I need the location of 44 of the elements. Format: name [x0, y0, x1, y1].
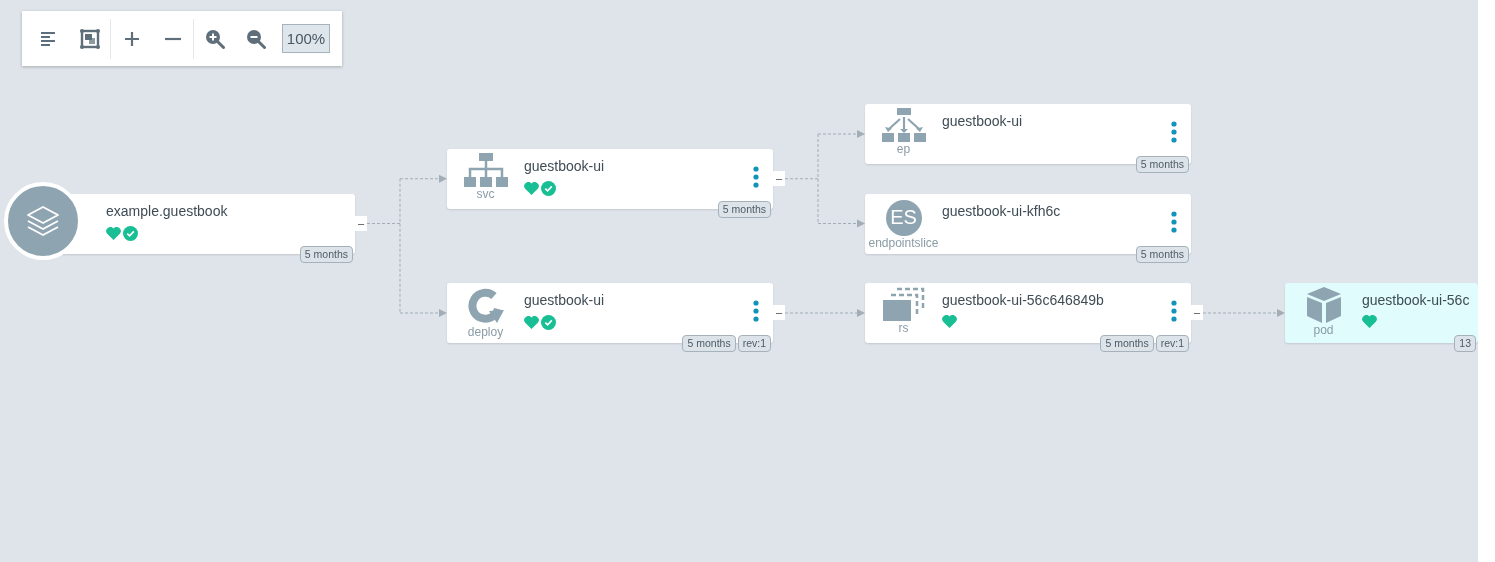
more-vertical-icon — [1171, 300, 1177, 322]
resource-type-label: pod — [1313, 323, 1334, 337]
align-left-icon — [39, 30, 58, 47]
resource-name: guestbook-ui-kfh6c — [942, 202, 1061, 219]
more-vertical-icon — [753, 300, 759, 322]
resource-name: example.guestbook — [106, 202, 228, 219]
connector-arrow — [399, 309, 447, 317]
zoom-level-field[interactable]: 100% — [282, 24, 330, 53]
collapse-button[interactable]: – — [1191, 305, 1203, 320]
resource-type-label: endpointslice — [868, 235, 939, 250]
sitemap-icon — [463, 152, 508, 187]
fit-screen-icon — [79, 28, 100, 49]
info-badge: 13 — [1454, 335, 1476, 352]
collapse-button[interactable]: – — [773, 305, 785, 320]
cube-icon — [1306, 287, 1341, 323]
resource-name: guestbook-ui — [524, 292, 605, 308]
info-badge: rev:1 — [737, 335, 771, 352]
stacked-rectangles-icon — [882, 287, 925, 321]
circular-arrow-icon — [466, 287, 505, 325]
info-badge: 5 months — [1135, 156, 1189, 173]
info-badge: rev:1 — [1155, 335, 1189, 352]
resource-name: guestbook-ui-56c646849b — [942, 292, 1104, 308]
more-vertical-icon — [1171, 121, 1177, 143]
resource-type-label: rs — [898, 321, 909, 335]
collapse-button[interactable]: – — [355, 215, 367, 231]
info-badge: 5 months — [1100, 335, 1154, 352]
info-badge: 5 months — [682, 335, 736, 352]
resource-name: guestbook-ui — [524, 157, 605, 174]
plus-icon — [123, 30, 140, 47]
minus-icon — [164, 36, 181, 41]
collapse-button[interactable]: – — [773, 170, 785, 186]
resource-type-label: ep — [896, 142, 911, 156]
more-vertical-icon — [1171, 210, 1177, 233]
resource-type-label: deploy — [467, 325, 504, 339]
connector-arrow — [399, 174, 447, 183]
resource-name: guestbook-ui-56c — [1362, 292, 1470, 308]
resource-type-label: svc — [476, 186, 495, 201]
zoom-in-icon — [204, 28, 225, 49]
sitemap-arrows-icon — [881, 108, 926, 142]
more-vertical-icon — [753, 165, 759, 188]
zoom-out-icon — [245, 28, 266, 49]
connector-arrow — [817, 219, 865, 228]
connector-arrow — [817, 130, 865, 138]
resource-name: guestbook-ui — [942, 113, 1023, 129]
